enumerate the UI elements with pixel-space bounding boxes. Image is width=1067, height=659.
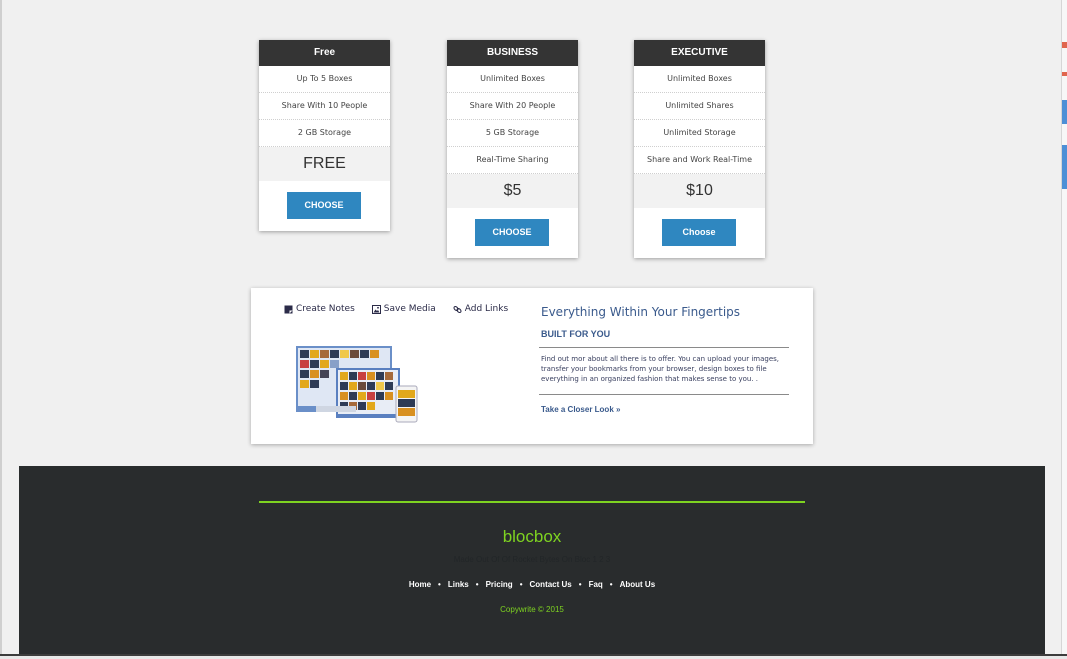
separator-dot: • <box>609 580 613 589</box>
choose-executive-button[interactable]: Choose <box>662 219 736 246</box>
separator-dot: • <box>438 580 441 589</box>
footer-tagline: Made Out Of Of Rocket Bytes On Bloc 1 2 … <box>453 555 611 564</box>
plan-price: FREE <box>259 147 390 181</box>
divider <box>539 394 789 395</box>
footer-link-contact[interactable]: Contact Us <box>530 580 572 589</box>
plan-feature: Unlimited Boxes <box>447 66 578 93</box>
plan-button-area: CHOOSE <box>447 208 578 258</box>
plan-price: $10 <box>634 174 765 208</box>
feature-tabs: Create Notes Save Media Add Links <box>284 304 508 314</box>
footer-accent-rule <box>259 501 805 503</box>
plan-price: $5 <box>447 174 578 208</box>
plan-feature: 5 GB Storage <box>447 120 578 147</box>
separator-dot: • <box>578 580 582 589</box>
footer-link-home[interactable]: Home <box>409 580 431 589</box>
plan-button-area: CHOOSE <box>259 181 390 231</box>
window-right-edge <box>1061 0 1067 659</box>
feature-subtitle: BUILT FOR YOU <box>541 329 611 339</box>
plan-button-area: Choose <box>634 208 765 258</box>
plan-name: Free <box>259 40 390 66</box>
window-bottom-edge <box>0 654 1067 659</box>
plan-feature: Unlimited Boxes <box>634 66 765 93</box>
footer-copyright: Copywrite © 2015 <box>500 605 564 614</box>
scroll-marker <box>1062 100 1067 124</box>
note-icon <box>284 305 293 314</box>
window-left-edge <box>0 0 2 659</box>
separator-dot: • <box>475 580 479 589</box>
tab-label: Save Media <box>383 304 436 314</box>
plan-feature: Share With 10 People <box>259 93 390 120</box>
choose-free-button[interactable]: CHOOSE <box>287 192 361 219</box>
feature-panel: Create Notes Save Media Add Links Everyt… <box>251 288 813 444</box>
pricing-card-executive: EXECUTIVE Unlimited Boxes Unlimited Shar… <box>634 40 765 258</box>
footer-link-about[interactable]: About Us <box>620 580 656 589</box>
scroll-marker <box>1062 42 1067 48</box>
footer-logo[interactable]: blocbox <box>19 527 1045 547</box>
image-icon <box>371 304 381 314</box>
footer-link-links[interactable]: Links <box>448 580 469 589</box>
tab-label: Create Notes <box>296 304 355 314</box>
plan-feature: Real-Time Sharing <box>447 147 578 174</box>
link-icon <box>453 305 462 314</box>
choose-business-button[interactable]: CHOOSE <box>475 219 549 246</box>
pricing-card-free: Free Up To 5 Boxes Share With 10 People … <box>259 40 390 231</box>
plan-feature: Unlimited Shares <box>634 93 765 120</box>
take-closer-look-link[interactable]: Take a Closer Look » <box>541 405 620 414</box>
plan-name: BUSINESS <box>447 40 578 66</box>
footer-link-faq[interactable]: Faq <box>589 580 603 589</box>
feature-title: Everything Within Your Fingertips <box>541 305 741 319</box>
separator-dot: • <box>519 580 523 589</box>
footer: blocbox Made Out Of Of Rocket Bytes On B… <box>19 466 1045 654</box>
footer-nav: Home • Links • Pricing • Contact Us • Fa… <box>19 580 1045 589</box>
tab-create-notes[interactable]: Create Notes <box>284 304 355 314</box>
footer-link-pricing[interactable]: Pricing <box>486 580 513 589</box>
plan-feature: Share With 20 People <box>447 93 578 120</box>
divider <box>539 347 789 348</box>
devices-illustration <box>296 346 421 424</box>
plan-feature: Share and Work Real-Time <box>634 147 765 174</box>
tab-label: Add Links <box>464 304 509 314</box>
scroll-marker <box>1062 145 1067 189</box>
scroll-marker <box>1062 72 1067 76</box>
plan-name: EXECUTIVE <box>634 40 765 66</box>
tab-save-media[interactable]: Save Media <box>371 304 436 314</box>
feature-description: Find out mor about all there is to offer… <box>541 355 779 383</box>
tab-add-links[interactable]: Add Links <box>453 304 508 314</box>
plan-feature: 2 GB Storage <box>259 120 390 147</box>
plan-feature: Up To 5 Boxes <box>259 66 390 93</box>
pricing-card-business: BUSINESS Unlimited Boxes Share With 20 P… <box>447 40 578 258</box>
plan-feature: Unlimited Storage <box>634 120 765 147</box>
